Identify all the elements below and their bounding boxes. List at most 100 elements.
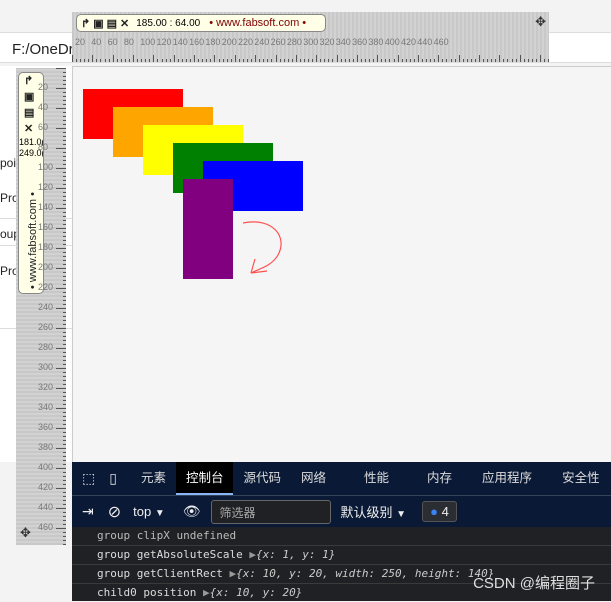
ruler-tick	[63, 500, 66, 501]
panel-fragment: poi	[0, 156, 17, 170]
ruler-tick	[63, 320, 66, 321]
ruler-tick	[230, 59, 232, 62]
calculator-icon[interactable]: ▣	[93, 17, 103, 30]
eye-icon[interactable]: 👁︎	[183, 503, 201, 520]
ruler-tick	[63, 340, 66, 341]
ruler-label: 160	[38, 222, 54, 232]
ruler-tick	[63, 336, 66, 337]
level-select[interactable]: 默认级别 ▼	[341, 502, 407, 521]
ruler-tick	[271, 59, 273, 62]
clear-console-icon[interactable]: ⊘	[108, 502, 121, 522]
ruler-tick	[548, 59, 550, 62]
ruler-label: 260	[38, 322, 54, 332]
vertical-ruler[interactable]: ↱ ▣ ▤ ✕ 181.0( 249.0( • www.fabsoft.com …	[16, 68, 66, 545]
tab-elements[interactable]: 元素	[131, 462, 176, 495]
expand-icon[interactable]: ▶	[249, 548, 256, 561]
ruler-tick	[173, 55, 175, 62]
tab-performance[interactable]: 性能	[354, 462, 417, 495]
ruler-tick	[312, 59, 314, 62]
ruler-tick	[63, 172, 66, 173]
ruler-tick	[507, 59, 509, 62]
ruler-tick	[63, 432, 66, 433]
message-count-badge[interactable]: ● 4	[422, 501, 457, 522]
ruler-tick	[63, 144, 66, 145]
ruler-tick	[287, 59, 289, 62]
ruler-tick	[63, 176, 66, 177]
ruler-tick	[63, 104, 66, 105]
ruler-label: 200	[38, 262, 54, 272]
tab-security[interactable]: 安全性	[552, 462, 610, 495]
purple-rect[interactable]	[183, 179, 233, 279]
ruler-tick	[190, 59, 192, 62]
ruler-tick	[442, 59, 444, 62]
ruler-tick	[63, 192, 66, 193]
ruler-tick	[56, 228, 66, 229]
ruler-tick	[63, 516, 66, 517]
ruler-tick	[413, 59, 415, 62]
tab-network[interactable]: 网络	[291, 462, 354, 495]
ruler-tick	[422, 59, 424, 62]
tab-console[interactable]: 控制台	[175, 462, 234, 495]
row-object[interactable]: {x: 10, y: 20}	[210, 586, 303, 599]
horizontal-ruler[interactable]: ↱ ▣ ▤ ✕ 185.00 : 64.00 • www.fabsoft.com…	[72, 12, 550, 62]
rotate-icon[interactable]: ↱	[81, 17, 90, 30]
ruler-tick	[56, 148, 66, 149]
tab-sources[interactable]: 源代码	[233, 462, 291, 495]
ruler-tick	[474, 59, 476, 62]
close-icon[interactable]: ✕	[120, 17, 129, 30]
sidebar-toggle-icon[interactable]: ⇥	[82, 503, 94, 520]
move-icon[interactable]: ✥	[20, 525, 31, 541]
ruler-tick	[63, 544, 66, 545]
expand-icon[interactable]: ▶	[203, 586, 210, 599]
ruler-tick	[165, 59, 167, 62]
tab-application[interactable]: 应用程序	[472, 462, 552, 495]
ruler-label: 380	[368, 37, 384, 47]
ruler-tick	[279, 59, 281, 62]
context-select[interactable]: top ▼	[133, 504, 165, 519]
ruler-tick	[56, 488, 66, 489]
row-object[interactable]: {x: 1, y: 1}	[256, 548, 335, 561]
ruler-tick	[63, 156, 66, 157]
ruler-label: 400	[38, 462, 54, 472]
ruler-tick	[397, 55, 399, 62]
ruler-tick	[430, 59, 432, 62]
ruler-label: 60	[38, 122, 49, 132]
move-icon[interactable]: ✥	[535, 14, 546, 30]
filter-input[interactable]: 筛选器	[210, 499, 331, 524]
inspect-icon[interactable]: ⬚	[72, 470, 103, 487]
ruler-label: 460	[433, 37, 449, 47]
ruler-tick	[63, 472, 66, 473]
ruler-tick	[63, 332, 66, 333]
ruler-tick	[308, 59, 310, 62]
ruler-label: 300	[303, 37, 319, 47]
context-value: top	[133, 504, 152, 519]
ruler-tick	[108, 59, 110, 62]
ruler-tick	[218, 59, 220, 62]
ruler-label: 400	[384, 37, 400, 47]
ruler-tick	[63, 304, 66, 305]
ruler-tick	[63, 464, 66, 465]
ruler-tick	[63, 456, 66, 457]
ruler-tick	[63, 224, 66, 225]
row-text: group getAbsoluteScale	[97, 548, 243, 561]
ruler-tick	[56, 368, 66, 369]
ruler-tick	[169, 59, 171, 62]
ruler-label: 300	[38, 362, 54, 372]
tab-memory[interactable]: 内存	[417, 462, 472, 495]
device-icon[interactable]: ▯	[103, 470, 131, 487]
ruler-tick	[417, 55, 419, 62]
ruler-tick	[527, 59, 529, 62]
ruler-tick	[369, 59, 371, 62]
ruler-tick	[63, 160, 66, 161]
drawing-canvas[interactable]	[72, 66, 611, 462]
ruler-tick	[356, 55, 358, 62]
ruler-tick	[531, 59, 533, 62]
ruler-label: 420	[38, 482, 54, 492]
ruler-tick	[161, 59, 163, 62]
ruler-tick	[63, 196, 66, 197]
ruler-tick	[63, 204, 66, 205]
film-icon[interactable]: ▤	[107, 17, 117, 30]
ruler-tick	[177, 59, 179, 62]
row-object[interactable]: {x: 10, y: 20, width: 250, height: 140}	[236, 567, 494, 580]
ruler-tick	[63, 372, 66, 373]
